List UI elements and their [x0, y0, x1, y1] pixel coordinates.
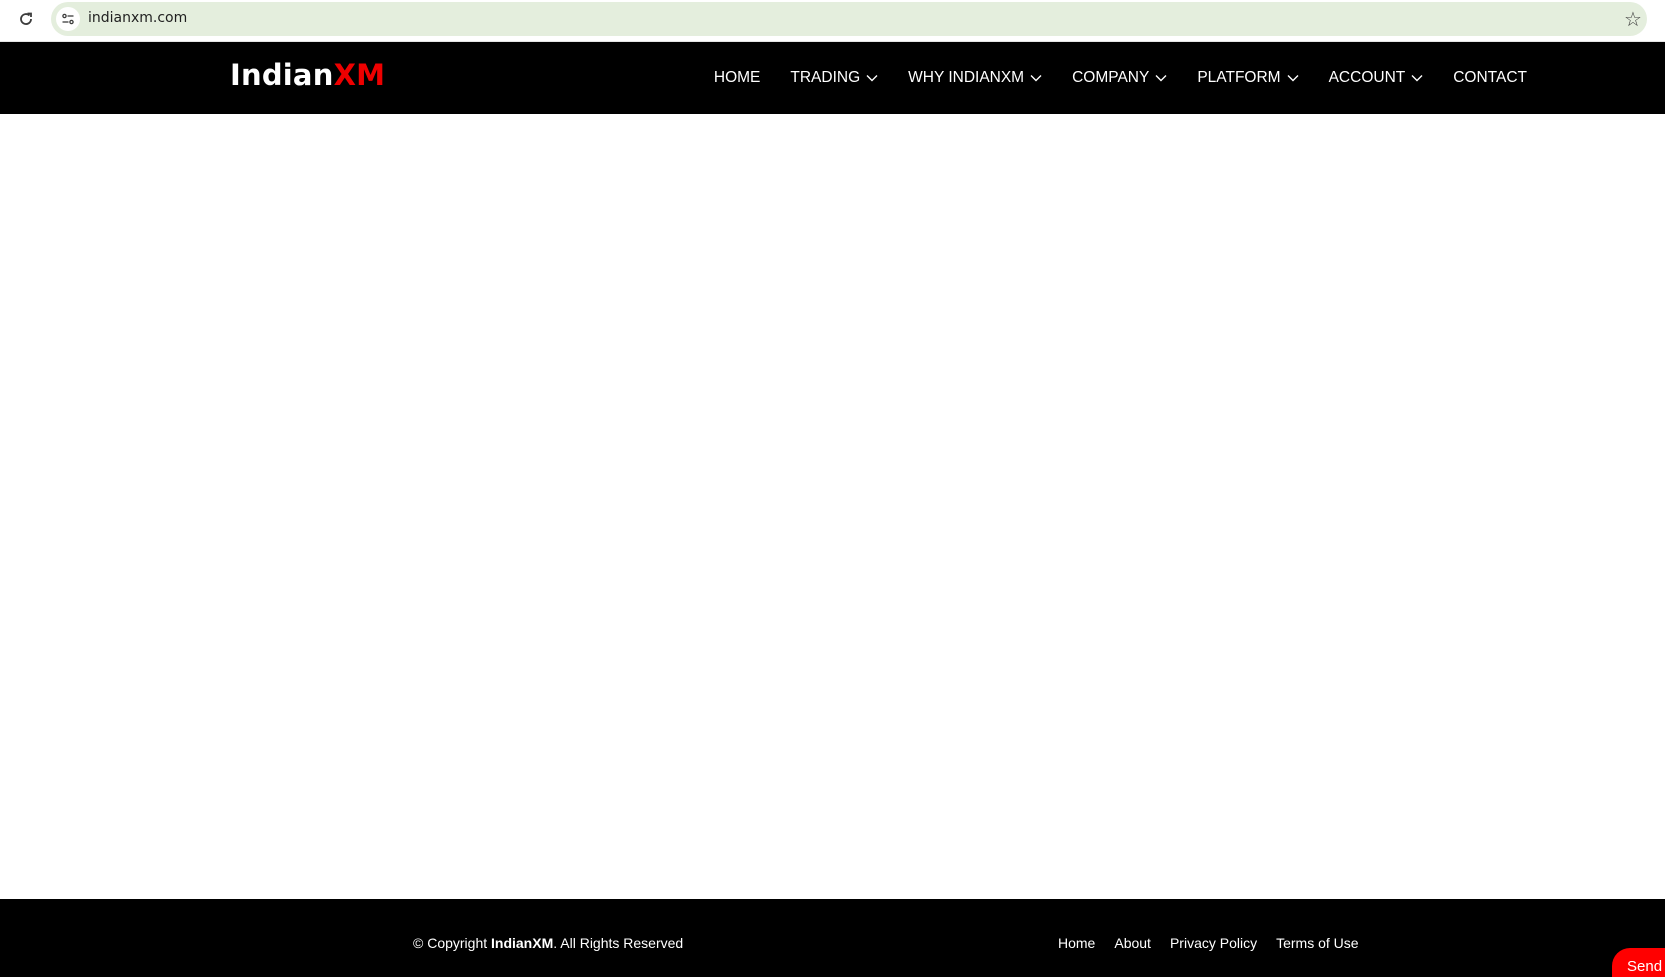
footer-link-home[interactable]: Home	[1058, 935, 1095, 951]
site-settings-icon[interactable]	[56, 7, 80, 31]
copyright-prefix: © Copyright	[413, 935, 492, 951]
nav-home[interactable]: HOME	[714, 69, 761, 87]
main-content	[0, 114, 1665, 899]
footer-links: Home About Privacy Policy Terms of Use	[1058, 935, 1378, 951]
site-logo[interactable]: IndianXM	[230, 58, 385, 92]
nav-label: TRADING	[790, 69, 861, 86]
footer-link-terms-of-use[interactable]: Terms of Use	[1276, 935, 1358, 951]
main-nav: HOME TRADING WHY INDIANXM COMPANY PLATFO…	[714, 42, 1527, 114]
nav-label: COMPANY	[1072, 69, 1150, 86]
site-footer: © Copyright IndianXM. All Rights Reserve…	[0, 899, 1665, 977]
reload-icon[interactable]	[14, 7, 38, 31]
nav-label: HOME	[713, 69, 761, 86]
url-text[interactable]: indianxm.com	[88, 10, 187, 26]
copyright-brand: IndianXM	[491, 935, 554, 951]
site-header: IndianXM HOME TRADING WHY INDIANXM COMPA…	[0, 42, 1665, 114]
nav-platform[interactable]: PLATFORM	[1197, 69, 1299, 87]
logo-accent-text: XM	[333, 58, 386, 92]
nav-account[interactable]: ACCOUNT	[1329, 69, 1424, 87]
chevron-down-icon	[1411, 75, 1423, 82]
copyright-text: © Copyright IndianXM. All Rights Reserve…	[413, 935, 683, 951]
nav-company[interactable]: COMPANY	[1072, 69, 1167, 87]
chevron-down-icon	[1287, 75, 1299, 82]
nav-contact[interactable]: CONTACT	[1453, 69, 1527, 87]
chevron-down-icon	[1155, 75, 1167, 82]
chevron-down-icon	[866, 75, 878, 82]
chevron-down-icon	[1030, 75, 1042, 82]
browser-toolbar: indianxm.com ☆	[0, 0, 1665, 42]
nav-why-indianxm[interactable]: WHY INDIANXM	[908, 69, 1042, 87]
copyright-suffix: . All Rights Reserved	[553, 935, 684, 951]
nav-label: CONTACT	[1453, 69, 1527, 86]
nav-label: PLATFORM	[1197, 69, 1281, 86]
send-button[interactable]: Send	[1612, 948, 1665, 977]
logo-text: Indian	[230, 58, 334, 92]
footer-link-privacy-policy[interactable]: Privacy Policy	[1170, 935, 1257, 951]
nav-label: WHY INDIANXM	[908, 69, 1025, 86]
nav-trading[interactable]: TRADING	[790, 69, 878, 87]
address-bar[interactable]: indianxm.com ☆	[51, 2, 1647, 36]
footer-link-about[interactable]: About	[1114, 935, 1151, 951]
star-icon[interactable]: ☆	[1621, 8, 1645, 32]
nav-label: ACCOUNT	[1328, 69, 1406, 86]
